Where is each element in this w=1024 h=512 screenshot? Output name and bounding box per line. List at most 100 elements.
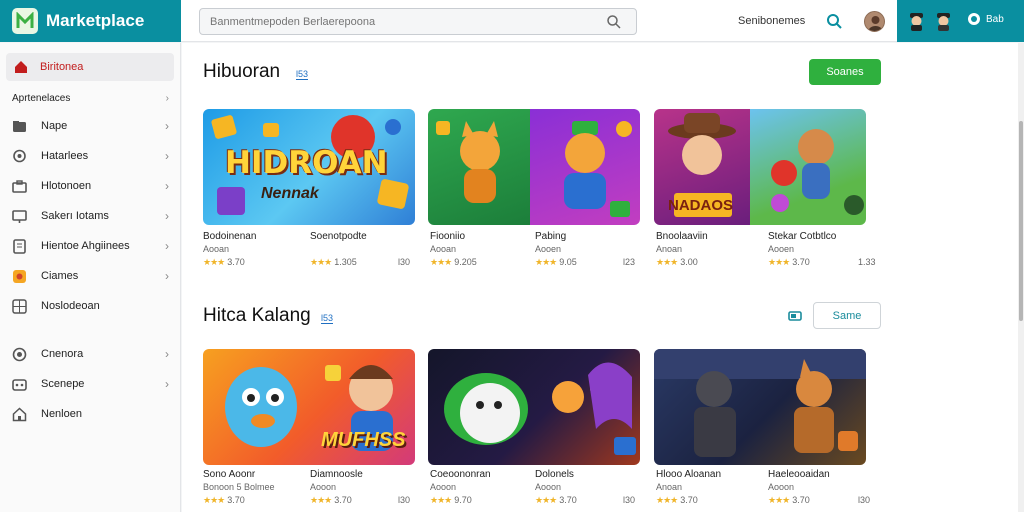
sidebar-item-label: Nenloen [41, 408, 82, 420]
section-count[interactable]: l53 [296, 69, 309, 80]
game-tile [428, 109, 530, 225]
banner-title: NADAOS [668, 197, 734, 214]
see-all-button[interactable]: Soanes [809, 59, 881, 85]
app-title[interactable]: Diamnoosle [310, 469, 363, 480]
cart-icon[interactable] [788, 310, 802, 322]
app-rating: ★★★ 3.00 [656, 257, 698, 267]
star-rating-icon: ★★★ [430, 257, 452, 267]
game-tile [750, 109, 866, 225]
game-banner[interactable] [654, 349, 866, 465]
app-subtitle: Bonoon 5 Bolmee [203, 482, 275, 492]
app-subtitle: Anoan [656, 244, 683, 254]
app-size: l30 [398, 495, 411, 505]
star-rating-icon: ★★★ [656, 257, 678, 267]
app-subtitle: Aooan [430, 244, 457, 254]
game-banner[interactable]: MUFHSS [203, 349, 415, 465]
fox-character-icon [436, 121, 500, 203]
game-artwork-icon [654, 349, 866, 457]
sidebar-item[interactable]: Scenepe › [12, 374, 169, 394]
see-all-button[interactable]: Same [813, 302, 881, 329]
sidebar-section-header[interactable]: Aprtenelaces › [12, 93, 169, 104]
banner-subtitle: Nennak [261, 185, 319, 202]
sidebar: Biritonea Aprtenelaces › Nape › Hatarlee… [0, 43, 181, 512]
app-rating: ★★★ 3.70 [203, 495, 245, 505]
scrollbar[interactable] [1018, 43, 1024, 512]
app-rating: ★★★ 3.70 [310, 495, 352, 505]
star-rating-icon: ★★★ [535, 495, 557, 505]
star-rating-icon: ★★★ [310, 495, 332, 505]
gamepad-icon [12, 378, 27, 391]
app-title: Marketplace [46, 11, 145, 30]
header-badge[interactable]: Bab [968, 13, 1004, 25]
folder-icon [13, 120, 26, 132]
sidebar-section-title: Aprtenelaces [12, 93, 71, 104]
game-banner[interactable]: NADAOS [654, 109, 866, 225]
banner-title: HIDROAN [225, 145, 388, 181]
game-tile: NADAOS [654, 109, 750, 225]
sidebar-item-label: Scenepe [41, 378, 85, 390]
character-icon[interactable] [934, 11, 953, 31]
star-rating-icon: ★★★ [768, 257, 790, 267]
app-title[interactable]: Sono Aoonr [203, 469, 255, 480]
sidebar-item[interactable]: Noslodeoan [12, 296, 169, 316]
app-title[interactable]: Coeoononran [430, 469, 491, 480]
app-title[interactable]: Haeleooaidan [768, 469, 830, 480]
search-icon[interactable] [826, 13, 843, 30]
sidebar-item-active[interactable]: Biritonea [6, 53, 174, 81]
main-content: Hibuoran l53 Soanes HIDROAN Nennak NADAO… [182, 43, 1018, 512]
banner-title: MUFHSS [321, 429, 406, 451]
chevron-right-icon: › [165, 269, 169, 283]
sidebar-item[interactable]: Sakerı Iotams › [12, 206, 169, 226]
chat-icon [13, 149, 26, 162]
game-banner[interactable] [428, 349, 640, 465]
chevron-right-icon: › [165, 209, 169, 223]
user-avatar[interactable] [864, 11, 885, 32]
chevron-right-icon: › [165, 239, 169, 253]
star-rating-icon: ★★★ [768, 495, 790, 505]
search-input[interactable] [200, 9, 580, 34]
section-count[interactable]: l53 [321, 313, 334, 324]
app-title[interactable]: Stekar Cotbtlco [768, 231, 836, 242]
search-icon[interactable] [606, 14, 622, 30]
game-banner[interactable] [428, 109, 640, 225]
cat-character-icon [771, 129, 864, 215]
app-title[interactable]: Soenotpodte [310, 231, 367, 242]
header-link[interactable]: Senibonemes [738, 15, 805, 27]
grid-icon [12, 298, 27, 314]
sidebar-item-label: Hatarlees [41, 150, 89, 162]
app-title[interactable]: Pabing [535, 231, 566, 242]
app-rating: ★★★ 3.70 [768, 495, 810, 505]
app-rating: ★★★ 3.70 [203, 257, 245, 267]
header-actions [897, 0, 1024, 42]
sidebar-item-label: Biritonea [40, 61, 84, 73]
sidebar-item[interactable]: Nape › [12, 116, 169, 136]
section-title: Hitca Kalang [203, 305, 311, 326]
app-title[interactable]: Fiooniio [430, 231, 465, 242]
sidebar-item[interactable]: Ciames › [12, 266, 169, 286]
game-tile [530, 109, 640, 225]
app-title[interactable]: Bnoolaaviin [656, 231, 708, 242]
star-rating-icon: ★★★ [535, 257, 557, 267]
app-title[interactable]: Bodoinenan [203, 231, 256, 242]
sidebar-item[interactable]: Hlotonoen › [12, 176, 169, 196]
app-rating: ★★★ 9.70 [430, 495, 472, 505]
game-banner[interactable]: HIDROAN Nennak [203, 109, 415, 225]
chevron-right-icon: › [165, 149, 169, 163]
sidebar-item[interactable]: Nenloen [12, 404, 169, 424]
sidebar-item[interactable]: Hientoe Ahgiinees › [12, 236, 169, 256]
sidebar-item[interactable]: Hatarlees › [12, 146, 169, 166]
scrollbar-thumb[interactable] [1019, 121, 1023, 321]
sidebar-item-label: Ciames [41, 270, 79, 282]
star-rating-icon: ★★★ [203, 495, 225, 505]
status-dot-icon [968, 13, 980, 25]
brand[interactable]: Marketplace [0, 0, 181, 42]
app-title[interactable]: Dolonels [535, 469, 574, 480]
app-size: l23 [623, 257, 636, 267]
search-bar[interactable] [199, 8, 637, 35]
character-icon[interactable] [907, 11, 926, 31]
monitor-icon [12, 209, 27, 223]
app-rating: ★★★ 3.70 [656, 495, 698, 505]
chevron-right-icon: › [165, 347, 169, 361]
app-title[interactable]: Hlooo Aloanan [656, 469, 721, 480]
sidebar-item[interactable]: Cnenora › [12, 344, 169, 364]
